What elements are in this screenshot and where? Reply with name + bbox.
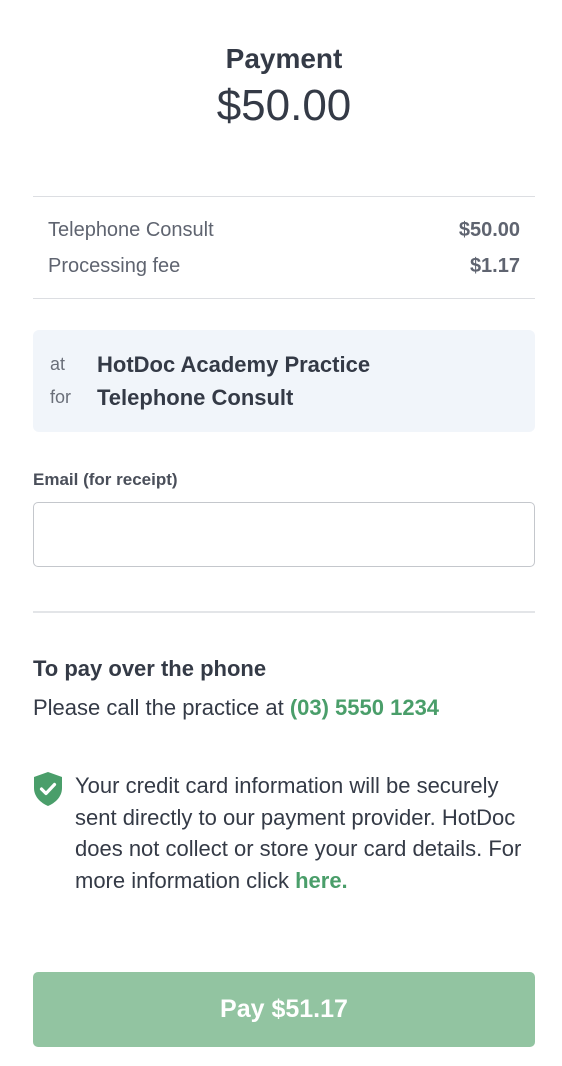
email-label: Email (for receipt) (33, 470, 178, 489)
practice-name: HotDoc Academy Practice (97, 351, 371, 377)
phone-payment-heading: To pay over the phone (33, 656, 267, 681)
service-name: Telephone Consult (97, 384, 294, 410)
divider (33, 196, 535, 197)
line-item: Processing fee $1.17 (48, 250, 520, 286)
service-row: for Telephone Consult (50, 381, 518, 414)
divider (33, 298, 535, 299)
phone-prefix: Please call the practice at (33, 695, 290, 720)
security-text: Your credit card information will be sec… (75, 770, 535, 896)
security-notice: Your credit card information will be sec… (33, 770, 535, 896)
for-label: for (50, 387, 72, 407)
email-field[interactable] (33, 502, 535, 567)
line-item-price: $1.17 (469, 255, 520, 277)
page-title: Payment (225, 43, 343, 74)
payment-page: Payment $50.00 Telephone Consult $50.00 … (33, 0, 535, 1047)
practice-phone-link[interactable]: (03) 5550 1234 (290, 695, 439, 720)
payment-header: Payment $50.00 (33, 0, 535, 134)
line-item: Telephone Consult $50.00 (48, 214, 520, 250)
payment-amount: $50.00 (216, 81, 352, 130)
line-item-name: Processing fee (48, 255, 181, 277)
at-label: at (50, 354, 66, 374)
shield-check-icon (33, 771, 63, 807)
divider (33, 611, 535, 613)
line-item-price: $50.00 (458, 219, 520, 241)
line-items-list: Telephone Consult $50.00 Processing fee … (48, 214, 520, 286)
pay-button[interactable]: Pay $51.17 (33, 972, 535, 1047)
more-info-link[interactable]: here. (295, 868, 348, 893)
appointment-info-box: at HotDoc Academy Practice for Telephone… (33, 330, 535, 432)
practice-row: at HotDoc Academy Practice (50, 348, 518, 381)
phone-payment-text: Please call the practice at (03) 5550 12… (33, 695, 439, 721)
line-item-name: Telephone Consult (48, 219, 214, 241)
